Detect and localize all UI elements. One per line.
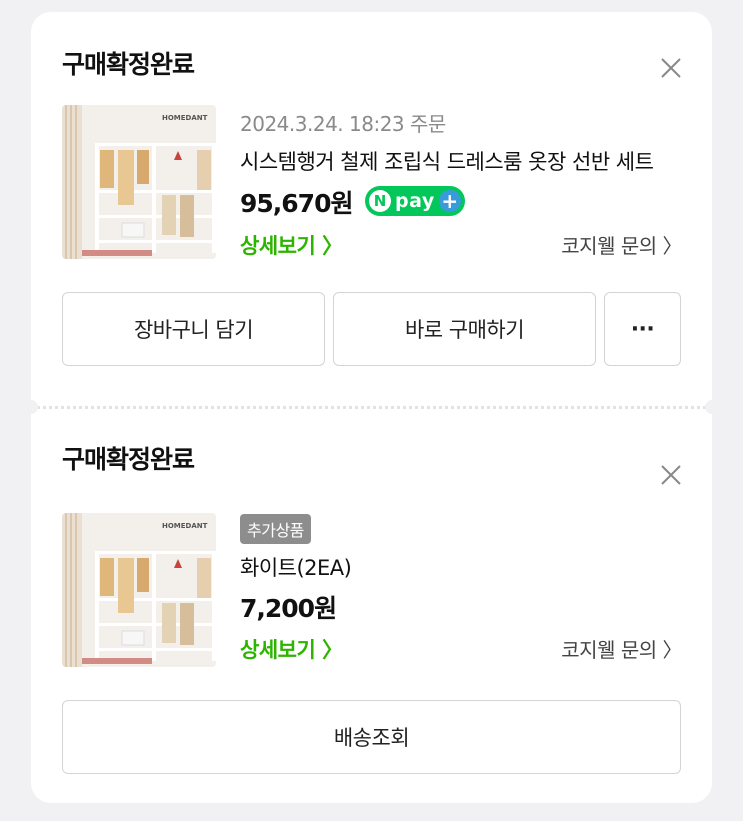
product-price: 95,670원 bbox=[240, 189, 353, 218]
order-date: 2024.3.24. 18:23 주문 bbox=[240, 112, 446, 136]
product-image: HOMEDANT bbox=[62, 513, 216, 667]
seller-inquiry-link[interactable]: 코지웰 문의 〉 bbox=[561, 230, 682, 259]
add-to-cart-button[interactable]: 장바구니 담기 bbox=[62, 292, 325, 366]
detail-link[interactable]: 상세보기 〉 bbox=[240, 634, 343, 664]
order-status: 구매확정완료 bbox=[62, 445, 195, 474]
thumb-brand-text: HOMEDANT bbox=[162, 522, 208, 530]
product-image: HOMEDANT bbox=[62, 105, 216, 259]
npay-plus-icon: + bbox=[438, 190, 461, 212]
order-card: 구매확정완료 HOMEDANT 2024.3.24. 18:23 주문 시스템행… bbox=[24, 12, 719, 803]
product-thumbnail[interactable]: HOMEDANT bbox=[62, 105, 216, 259]
product-info: 추가상품 화이트(2EA) 7,200원 상세보기 〉 코지웰 문의 〉 bbox=[240, 514, 682, 674]
product-price: 7,200원 bbox=[240, 594, 337, 623]
product-info: 2024.3.24. 18:23 주문 시스템행거 철제 조립식 드레스룸 옷장… bbox=[240, 108, 682, 268]
npay-n-icon: N bbox=[369, 190, 391, 212]
order-item-2: 구매확정완료 HOMEDANT 추가상품 화이트(2EA) 7,200원 상세보… bbox=[31, 407, 712, 803]
add-on-product-badge: 추가상품 bbox=[240, 514, 311, 544]
order-status: 구매확정완료 bbox=[62, 50, 195, 79]
product-name[interactable]: 시스템행거 철제 조립식 드레스룸 옷장 선반 세트 bbox=[240, 146, 670, 176]
more-options-button[interactable]: ··· bbox=[604, 292, 681, 366]
thumb-brand-text: HOMEDANT bbox=[162, 114, 208, 122]
order-item-1: 구매확정완료 HOMEDANT 2024.3.24. 18:23 주문 시스템행… bbox=[31, 12, 712, 407]
track-delivery-button[interactable]: 배송조회 bbox=[62, 700, 681, 774]
npay-text: pay bbox=[395, 190, 435, 212]
buy-now-button[interactable]: 바로 구매하기 bbox=[333, 292, 596, 366]
detail-link[interactable]: 상세보기 〉 bbox=[240, 230, 343, 260]
close-icon[interactable] bbox=[660, 464, 682, 486]
seller-inquiry-link[interactable]: 코지웰 문의 〉 bbox=[561, 634, 682, 663]
close-icon[interactable] bbox=[660, 57, 682, 79]
product-thumbnail[interactable]: HOMEDANT bbox=[62, 513, 216, 667]
npay-plus-badge: N pay + bbox=[365, 186, 465, 216]
product-name[interactable]: 화이트(2EA) bbox=[240, 552, 670, 582]
